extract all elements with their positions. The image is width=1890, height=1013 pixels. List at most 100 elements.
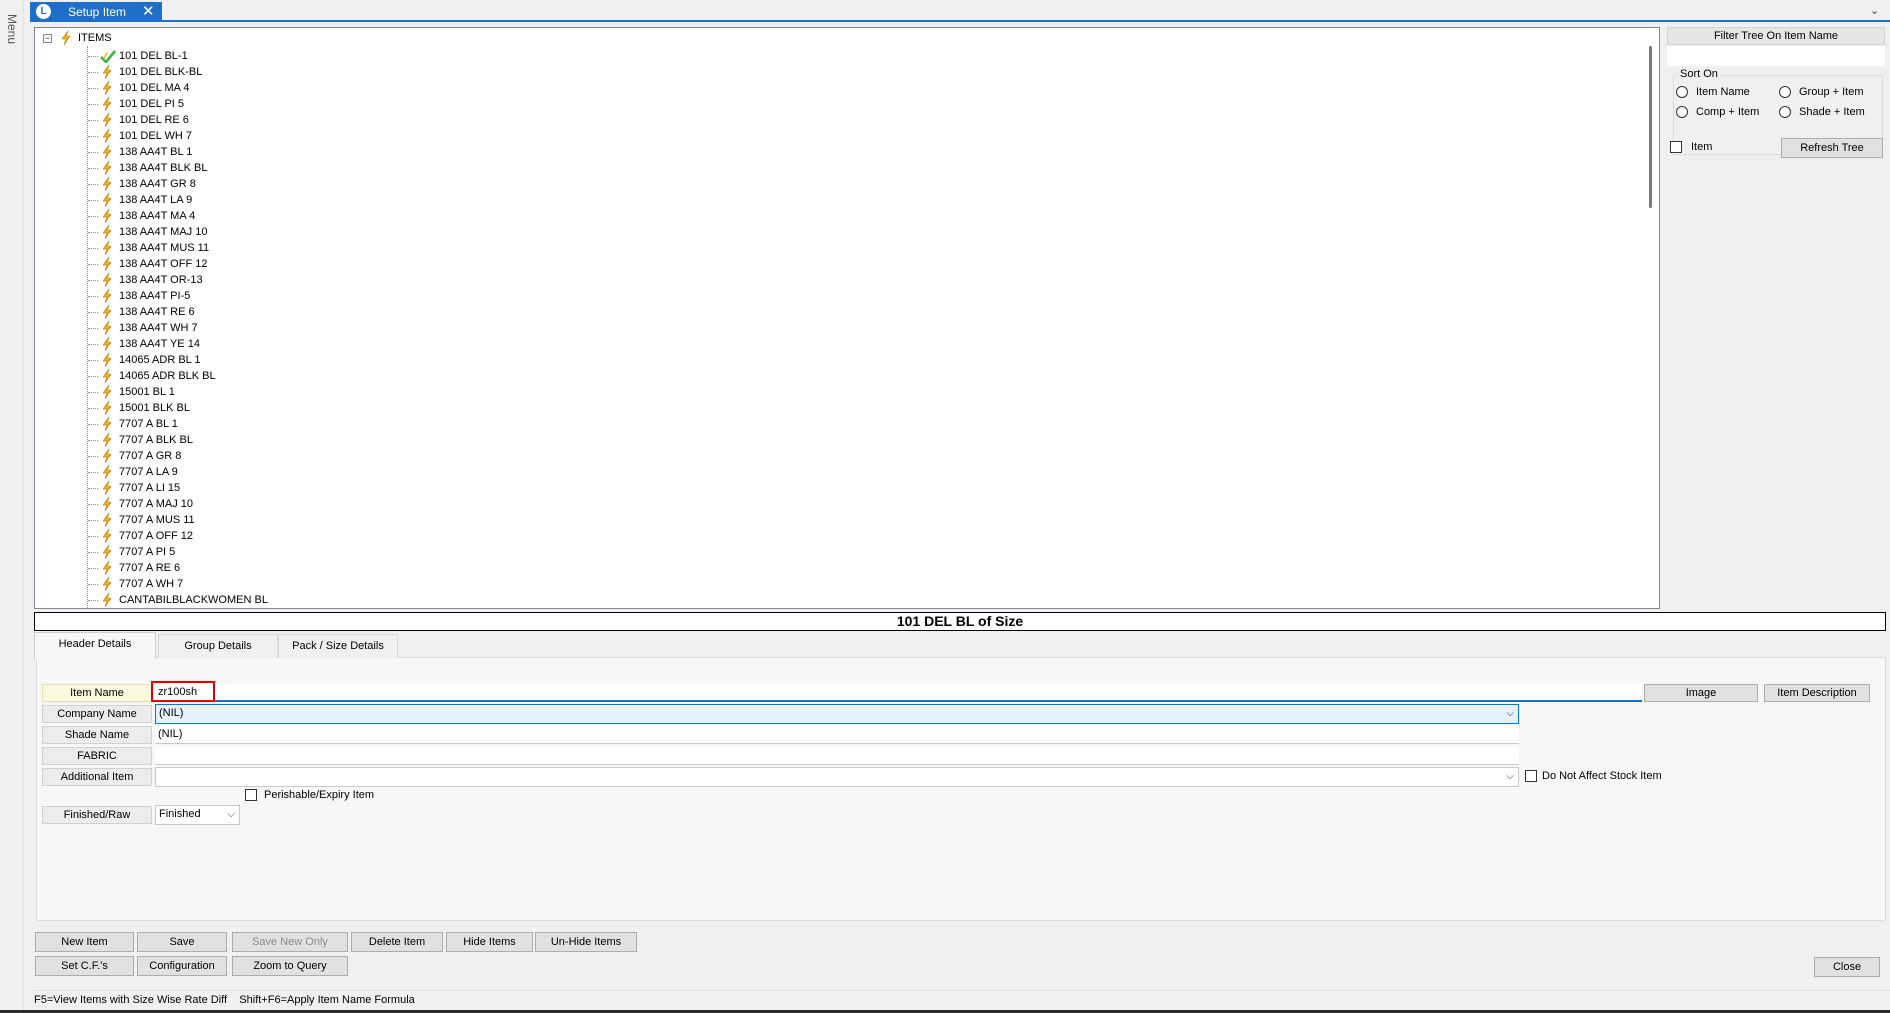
tree-item[interactable]: 138 AA4T WH 7: [88, 320, 268, 336]
tree-item[interactable]: 7707 A GR 8: [88, 448, 268, 464]
tree-item[interactable]: 7707 A MAJ 10: [88, 496, 268, 512]
tree-item-label: 138 AA4T RE 6: [119, 306, 195, 318]
filter-input[interactable]: [1667, 46, 1885, 66]
tree-item[interactable]: 7707 A MUS 11: [88, 512, 268, 528]
tab-pack-size-details[interactable]: Pack / Size Details: [278, 634, 398, 658]
tree-item-label: 7707 A MAJ 10: [119, 498, 193, 510]
tree-item[interactable]: 138 AA4T YE 14: [88, 336, 268, 352]
tree-item[interactable]: 14065 ADR BL 1: [88, 352, 268, 368]
tree-item[interactable]: 101 DEL RE 6: [88, 112, 268, 128]
tree-connector: [88, 359, 98, 361]
tree-item[interactable]: 138 AA4T OFF 12: [88, 256, 268, 272]
menu-strip[interactable]: [0, 0, 24, 1013]
sort-comp-item-radio[interactable]: Comp + Item: [1676, 106, 1759, 118]
checkbox[interactable]: [1670, 141, 1682, 153]
tree-connector: [88, 167, 98, 169]
tree-item[interactable]: 7707 A LA 9: [88, 464, 268, 480]
radio-circle[interactable]: [1779, 106, 1791, 118]
tree-item[interactable]: 101 DEL PI 5: [88, 96, 268, 112]
radio-circle[interactable]: [1676, 86, 1688, 98]
tree-item[interactable]: 138 AA4T OR-13: [88, 272, 268, 288]
tree-item[interactable]: 14065 ADR BLK BL: [88, 368, 268, 384]
tree-item[interactable]: 138 AA4T MAJ 10: [88, 224, 268, 240]
fabric-input[interactable]: [155, 747, 1519, 765]
tree-scroll-thumb[interactable]: [1649, 46, 1652, 208]
tree-item[interactable]: 7707 A WH 7: [88, 576, 268, 592]
finished-raw-select[interactable]: Finished ⌵: [155, 805, 240, 825]
company-name-select[interactable]: (NIL) ⌵: [155, 704, 1519, 724]
bolt-icon: [102, 593, 112, 607]
collapse-icon[interactable]: −: [43, 33, 52, 43]
chevron-down-icon[interactable]: ⌵: [1506, 768, 1514, 785]
tree-item[interactable]: 101 DEL BL-1: [88, 48, 268, 64]
tree-item-label: 7707 A BLK BL: [119, 434, 194, 446]
sort-legend: Sort On: [1677, 68, 1721, 80]
image-button[interactable]: Image: [1644, 684, 1758, 702]
tree-item[interactable]: 7707 A RE 6: [88, 560, 268, 576]
tree-item[interactable]: 138 AA4T BL 1: [88, 144, 268, 160]
bolt-icon: [102, 65, 112, 79]
tree-item[interactable]: 15001 BLK BL: [88, 400, 268, 416]
tree-item[interactable]: 138 AA4T BLK BL: [88, 160, 268, 176]
item-filter-checkbox[interactable]: Item: [1670, 141, 1712, 153]
chevron-down-icon[interactable]: ⌵: [1506, 705, 1514, 722]
hide-items-button[interactable]: Hide Items: [446, 932, 533, 952]
checkbox[interactable]: [245, 789, 257, 801]
item-description-button[interactable]: Item Description: [1764, 684, 1870, 702]
bolt-icon: [102, 369, 112, 383]
shade-name-input[interactable]: (NIL): [155, 726, 1519, 744]
item-tree[interactable]: − ITEMS 101 DEL BL-1 101 DEL BLK-BL 101 DE…: [34, 27, 1660, 609]
tree-item[interactable]: 101 DEL MA 4: [88, 80, 268, 96]
chevron-down-icon[interactable]: ⌵: [227, 806, 235, 823]
tree-item[interactable]: 138 AA4T LA 9: [88, 192, 268, 208]
tree-item[interactable]: 7707 A LI 15: [88, 480, 268, 496]
tree-item[interactable]: 138 AA4T PI-5: [88, 288, 268, 304]
delete-item-button[interactable]: Delete Item: [351, 932, 443, 952]
chevron-down-icon[interactable]: ⌄: [1870, 4, 1879, 17]
save-new-only-button[interactable]: Save New Only: [232, 932, 348, 952]
tree-item[interactable]: 7707 A OFF 12: [88, 528, 268, 544]
tab-header-details[interactable]: Header Details: [34, 632, 156, 659]
tree-item[interactable]: 101 DEL BLK-BL: [88, 64, 268, 80]
tree-item[interactable]: 7707 A BL 1: [88, 416, 268, 432]
set-cfs-button[interactable]: Set C.F.'s: [35, 956, 134, 976]
document-tab[interactable]: L Setup Item ✕: [30, 2, 162, 21]
tree-item[interactable]: 101 DEL WH 7: [88, 128, 268, 144]
tab-underline: [30, 20, 1890, 22]
perishable-checkbox[interactable]: Perishable/Expiry Item: [245, 789, 374, 801]
tree-item[interactable]: 138 AA4T GR 8: [88, 176, 268, 192]
tree-connector: [88, 535, 98, 537]
checkbox[interactable]: [1525, 770, 1537, 782]
tree-connector: [88, 375, 98, 377]
zoom-to-query-button[interactable]: Zoom to Query: [232, 956, 348, 976]
sort-item-name-radio[interactable]: Item Name: [1676, 86, 1750, 98]
tree-item[interactable]: 15001 BL 1: [88, 384, 268, 400]
sort-shade-item-radio[interactable]: Shade + Item: [1779, 106, 1865, 118]
item-name-input[interactable]: zr100sh: [155, 684, 1642, 702]
tree-item[interactable]: 138 AA4T MA 4: [88, 208, 268, 224]
tree-connector: [88, 311, 98, 313]
sort-group-item-radio[interactable]: Group + Item: [1779, 86, 1864, 98]
close-icon[interactable]: ✕: [142, 2, 155, 21]
refresh-tree-button[interactable]: Refresh Tree: [1781, 138, 1883, 158]
tree-item[interactable]: 7707 A PI 5: [88, 544, 268, 560]
tree-items: 101 DEL BL-1 101 DEL BLK-BL 101 DEL MA 4 10…: [88, 48, 268, 608]
menu-label[interactable]: Menu: [5, 14, 19, 44]
close-button[interactable]: Close: [1814, 957, 1880, 977]
tree-item[interactable]: 138 AA4T MUS 11: [88, 240, 268, 256]
tree-root[interactable]: − ITEMS: [43, 30, 112, 46]
new-item-button[interactable]: New Item: [35, 932, 134, 952]
tree-scrollbar[interactable]: [1643, 28, 1659, 608]
radio-circle[interactable]: [1779, 86, 1791, 98]
do-not-affect-stock-checkbox[interactable]: Do Not Affect Stock Item: [1525, 770, 1662, 782]
tree-item-label: 7707 A BL 1: [119, 418, 178, 430]
unhide-items-button[interactable]: Un-Hide Items: [535, 932, 637, 952]
additional-item-select[interactable]: ⌵: [155, 767, 1519, 787]
save-button[interactable]: Save: [137, 932, 227, 952]
tree-item[interactable]: 138 AA4T RE 6: [88, 304, 268, 320]
tree-item[interactable]: CANTABILBLACKWOMEN BL: [88, 592, 268, 608]
tab-group-details[interactable]: Group Details: [158, 634, 278, 658]
radio-circle[interactable]: [1676, 106, 1688, 118]
tree-item[interactable]: 7707 A BLK BL: [88, 432, 268, 448]
configuration-button[interactable]: Configuration: [137, 956, 227, 976]
